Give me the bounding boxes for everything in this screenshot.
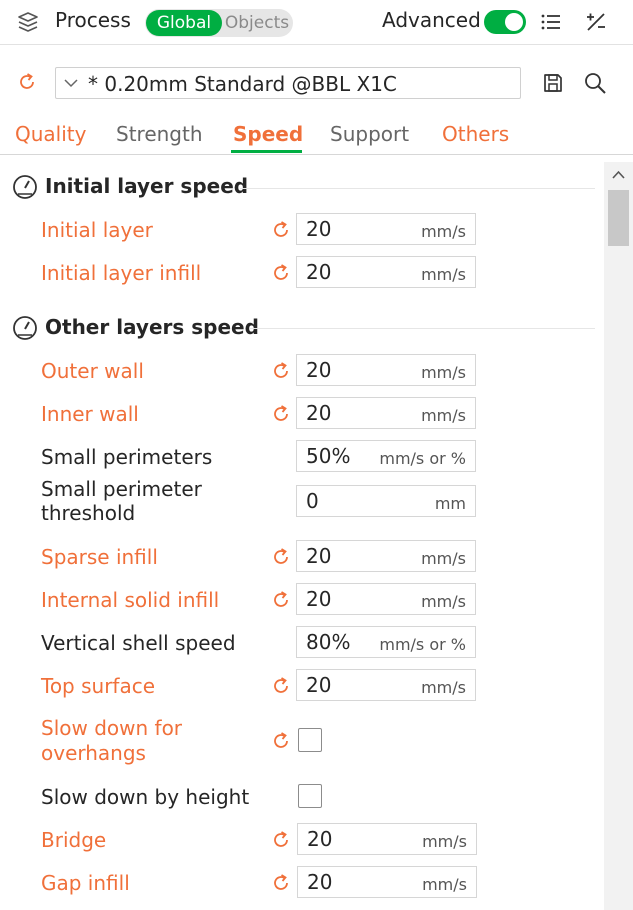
setting-label: Bridge <box>41 828 107 852</box>
tab-speed[interactable]: Speed <box>233 122 303 146</box>
section-divider <box>250 328 595 329</box>
speedometer-icon <box>13 175 37 199</box>
field-value: 50% <box>306 444 351 468</box>
setting-label: Vertical shell speed <box>41 631 236 655</box>
field-value: 20 <box>306 217 332 241</box>
field-unit: mm/s or % <box>379 635 466 654</box>
tab-strength[interactable]: Strength <box>116 122 203 146</box>
advanced-label: Advanced <box>382 8 481 32</box>
small-perimeter-threshold-input[interactable]: 0 mm <box>296 485 476 517</box>
preset-select[interactable]: * 0.20mm Standard @BBL X1C <box>55 67 521 99</box>
setting-label: Slow down by height <box>41 785 250 809</box>
sparse-infill-speed-input[interactable]: 20 mm/s <box>296 540 476 572</box>
save-icon[interactable] <box>542 72 564 94</box>
tab-support[interactable]: Support <box>330 122 409 146</box>
field-unit: mm/s <box>421 549 466 568</box>
small-perimeters-input[interactable]: 50% mm/s or % <box>296 440 476 472</box>
tab-others[interactable]: Others <box>442 122 509 146</box>
field-value: 20 <box>307 870 333 894</box>
search-icon[interactable] <box>583 71 607 95</box>
advanced-toggle[interactable] <box>484 10 526 34</box>
setting-label: Gap infill <box>41 871 130 895</box>
reset-icon[interactable] <box>270 262 292 284</box>
scrollbar-thumb[interactable] <box>608 190 629 246</box>
reset-icon[interactable] <box>270 829 292 851</box>
setting-label: Outer wall <box>41 359 144 383</box>
setting-label-line2: overhangs <box>41 741 146 765</box>
reset-icon[interactable] <box>270 872 292 894</box>
top-surface-speed-input[interactable]: 20 mm/s <box>296 669 476 701</box>
reset-icon[interactable] <box>270 360 292 382</box>
vertical-scrollbar[interactable] <box>604 162 633 910</box>
field-unit: mm/s <box>421 222 466 241</box>
global-mode-button[interactable]: Global <box>146 10 222 36</box>
settings-content: Initial layer speed Initial layer 20 mm/… <box>0 155 604 910</box>
setting-label: Small perimeters <box>41 445 213 469</box>
setting-label-line2: threshold <box>41 501 136 525</box>
field-value: 0 <box>306 489 319 513</box>
reset-icon[interactable] <box>270 675 292 697</box>
field-value: 20 <box>306 587 332 611</box>
active-tab-indicator <box>231 150 302 153</box>
objects-mode-button[interactable]: Objects <box>223 10 291 36</box>
field-unit: mm/s <box>422 832 467 851</box>
reset-icon[interactable] <box>16 71 38 93</box>
field-value: 20 <box>307 827 333 851</box>
setting-label: Sparse infill <box>41 545 158 569</box>
scroll-up-icon[interactable] <box>604 166 633 184</box>
field-unit: mm/s <box>421 406 466 425</box>
field-value: 80% <box>306 630 351 654</box>
setting-label-line1: Slow down for <box>41 716 183 740</box>
initial-layer-speed-input[interactable]: 20 mm/s <box>296 213 476 245</box>
section-title: Initial layer speed <box>45 174 249 198</box>
slow-down-overhangs-checkbox[interactable] <box>298 728 322 752</box>
chevron-down-icon <box>64 79 78 88</box>
reset-icon[interactable] <box>270 589 292 611</box>
reset-icon[interactable] <box>270 730 292 752</box>
list-icon[interactable] <box>540 12 562 32</box>
gap-infill-speed-input[interactable]: 20 mm/s <box>297 866 477 898</box>
field-unit: mm/s <box>421 363 466 382</box>
tab-quality[interactable]: Quality <box>15 122 86 146</box>
bridge-speed-input[interactable]: 20 mm/s <box>297 823 477 855</box>
field-unit: mm/s <box>421 592 466 611</box>
speedometer-icon <box>13 316 37 340</box>
field-value: 20 <box>306 260 332 284</box>
toggle-knob <box>505 13 523 31</box>
settings-tabs: Quality Strength Speed Support Others <box>0 118 633 155</box>
vertical-shell-speed-input[interactable]: 80% mm/s or % <box>296 626 476 658</box>
field-unit: mm/s <box>421 265 466 284</box>
reset-icon[interactable] <box>270 219 292 241</box>
layers-icon <box>18 12 38 32</box>
setting-label: Internal solid infill <box>41 588 220 612</box>
inner-wall-speed-input[interactable]: 20 mm/s <box>296 397 476 429</box>
field-value: 20 <box>306 673 332 697</box>
setting-label: Top surface <box>41 674 156 698</box>
section-divider <box>240 188 595 189</box>
field-value: 20 <box>306 544 332 568</box>
panel-title: Process <box>55 8 131 32</box>
setting-label: Initial layer <box>41 218 153 242</box>
field-value: 20 <box>306 401 332 425</box>
field-unit: mm/s <box>422 875 467 894</box>
outer-wall-speed-input[interactable]: 20 mm/s <box>296 354 476 386</box>
field-value: 20 <box>306 358 332 382</box>
setting-label: Inner wall <box>41 402 139 426</box>
process-header: Process Global Objects Advanced <box>0 0 633 45</box>
global-objects-toggle[interactable]: Global Objects <box>145 9 293 37</box>
field-unit: mm <box>434 494 466 513</box>
field-unit: mm/s or % <box>379 449 466 468</box>
preset-name: * 0.20mm Standard @BBL X1C <box>88 72 397 96</box>
setting-label-line1: Small perimeter <box>41 477 202 501</box>
setting-label: Initial layer infill <box>41 261 202 285</box>
internal-solid-infill-input[interactable]: 20 mm/s <box>296 583 476 615</box>
reset-icon[interactable] <box>270 546 292 568</box>
field-unit: mm/s <box>421 678 466 697</box>
compare-icon[interactable] <box>584 10 608 34</box>
section-title: Other layers speed <box>45 315 259 339</box>
reset-icon[interactable] <box>270 403 292 425</box>
slow-down-by-height-checkbox[interactable] <box>298 784 322 808</box>
initial-layer-infill-input[interactable]: 20 mm/s <box>296 256 476 288</box>
